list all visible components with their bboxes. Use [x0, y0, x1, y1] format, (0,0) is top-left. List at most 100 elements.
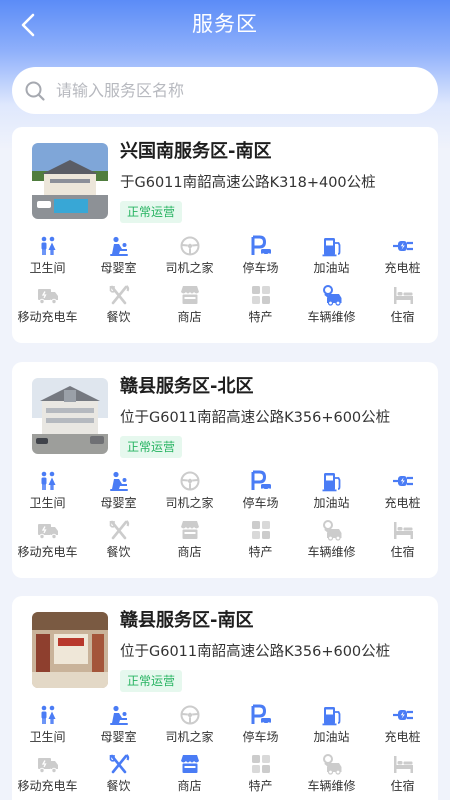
facility-grid: 卫生间 母婴室 司机之家 停车场 加油站 充电桩移动充电车 餐饮 商店 特产 车辆维修 住宿: [12, 470, 438, 568]
facility-item[interactable]: 餐饮: [83, 284, 154, 333]
search-input[interactable]: [56, 81, 396, 100]
facility-item[interactable]: 司机之家: [154, 235, 225, 284]
facility-item[interactable]: 餐饮: [83, 519, 154, 568]
facility-item[interactable]: 特产: [225, 284, 296, 333]
facility-item[interactable]: 餐饮: [83, 753, 154, 800]
facility-label: 移动充电车: [17, 779, 78, 793]
facility-label: 司机之家: [165, 730, 214, 744]
facility-label: 母婴室: [100, 261, 137, 275]
car-repair-icon: [322, 754, 341, 775]
service-area-card[interactable]: 赣县服务区-北区 位于G6011南韶高速公路K356+600公桩 正常运营 卫生…: [12, 362, 438, 578]
fuel-icon: [322, 238, 340, 257]
status-badge: 正常运营: [120, 201, 183, 223]
facility-item[interactable]: 住宿: [367, 753, 438, 800]
service-area-photo: [32, 143, 108, 219]
facility-item[interactable]: 商店: [154, 519, 225, 568]
service-area-photo: [32, 378, 108, 454]
facility-label: 住宿: [390, 545, 415, 559]
facility-item[interactable]: 停车场: [225, 470, 296, 519]
utensils-icon: [109, 520, 129, 540]
facility-item[interactable]: 住宿: [367, 284, 438, 333]
facility-label: 车辆维修: [307, 779, 356, 793]
facility-label: 商店: [177, 779, 202, 793]
facility-item[interactable]: 母婴室: [83, 470, 154, 519]
parking-icon: [251, 235, 271, 256]
facility-item[interactable]: 加油站: [296, 235, 367, 284]
facility-item[interactable]: 商店: [154, 753, 225, 800]
utensils-icon: [109, 285, 129, 305]
facility-item[interactable]: 加油站: [296, 704, 367, 753]
facility-label: 卫生间: [29, 261, 66, 275]
parking-icon: [251, 704, 271, 725]
facility-item[interactable]: 移动充电车: [12, 284, 83, 333]
facility-label: 停车场: [242, 261, 279, 275]
facility-item[interactable]: 住宿: [367, 519, 438, 568]
facility-label: 卫生间: [29, 730, 66, 744]
facility-label: 移动充电车: [17, 545, 78, 559]
charging-plug-icon: [392, 241, 413, 251]
facility-label: 充电桩: [384, 261, 421, 275]
facility-label: 停车场: [242, 496, 279, 510]
facility-item[interactable]: 司机之家: [154, 470, 225, 519]
truck-icon: [37, 524, 58, 540]
truck-icon: [37, 289, 58, 305]
shop-icon: [180, 286, 199, 304]
service-area-name: 赣县服务区-南区: [120, 610, 254, 631]
facility-item[interactable]: 充电桩: [367, 235, 438, 284]
top-bar: 服务区: [0, 0, 450, 50]
charging-plug-icon: [392, 476, 413, 486]
steering-wheel-icon: [180, 471, 199, 491]
facility-label: 特产: [248, 779, 273, 793]
service-area-photo: [32, 612, 108, 688]
search-bar[interactable]: [12, 67, 438, 114]
car-repair-icon: [322, 520, 341, 541]
facility-item[interactable]: 卫生间: [12, 704, 83, 753]
charging-plug-icon: [392, 710, 413, 720]
facility-grid: 卫生间 母婴室 司机之家 停车场 加油站 充电桩移动充电车 餐饮 商店 特产 车辆维修 住宿: [12, 704, 438, 800]
facility-item[interactable]: 特产: [225, 519, 296, 568]
facility-item[interactable]: 移动充电车: [12, 519, 83, 568]
page-title: 服务区: [192, 12, 258, 36]
facility-label: 加油站: [313, 730, 350, 744]
facility-item[interactable]: 卫生间: [12, 235, 83, 284]
mother-baby-icon: [109, 471, 128, 491]
steering-wheel-icon: [180, 705, 199, 725]
service-area-address: 位于G6011南韶高速公路K356+600公桩: [120, 644, 391, 660]
facility-label: 母婴室: [100, 730, 137, 744]
facility-item[interactable]: 司机之家: [154, 704, 225, 753]
facility-label: 充电桩: [384, 730, 421, 744]
facility-label: 车辆维修: [307, 310, 356, 324]
toilet-icon: [41, 471, 55, 490]
facility-item[interactable]: 停车场: [225, 704, 296, 753]
truck-icon: [37, 758, 58, 774]
bed-icon: [393, 287, 413, 304]
facility-label: 餐饮: [106, 310, 131, 324]
facility-item[interactable]: 卫生间: [12, 470, 83, 519]
service-area-name: 赣县服务区-北区: [120, 376, 254, 397]
toilet-icon: [41, 705, 55, 724]
facility-item[interactable]: 车辆维修: [296, 753, 367, 800]
facility-item[interactable]: 车辆维修: [296, 519, 367, 568]
facility-item[interactable]: 车辆维修: [296, 284, 367, 333]
search-icon: [25, 81, 45, 101]
facility-item[interactable]: 商店: [154, 284, 225, 333]
facility-item[interactable]: 充电桩: [367, 704, 438, 753]
facility-item[interactable]: 特产: [225, 753, 296, 800]
steering-wheel-icon: [180, 236, 199, 256]
facility-item[interactable]: 加油站: [296, 470, 367, 519]
facility-label: 餐饮: [106, 779, 131, 793]
shop-icon: [180, 755, 199, 773]
facility-item[interactable]: 移动充电车: [12, 753, 83, 800]
facility-item[interactable]: 母婴室: [83, 235, 154, 284]
facility-label: 住宿: [390, 310, 415, 324]
facility-label: 商店: [177, 310, 202, 324]
specialty-icon: [251, 286, 270, 304]
facility-label: 移动充电车: [17, 310, 78, 324]
facility-item[interactable]: 母婴室: [83, 704, 154, 753]
facility-item[interactable]: 停车场: [225, 235, 296, 284]
service-area-card[interactable]: 赣县服务区-南区 位于G6011南韶高速公路K356+600公桩 正常运营 卫生…: [12, 596, 438, 800]
service-area-card[interactable]: 兴国南服务区-南区 于G6011南韶高速公路K318+400公桩 正常运营 卫生…: [12, 127, 438, 343]
fuel-icon: [322, 707, 340, 726]
facility-item[interactable]: 充电桩: [367, 470, 438, 519]
facility-label: 特产: [248, 545, 273, 559]
